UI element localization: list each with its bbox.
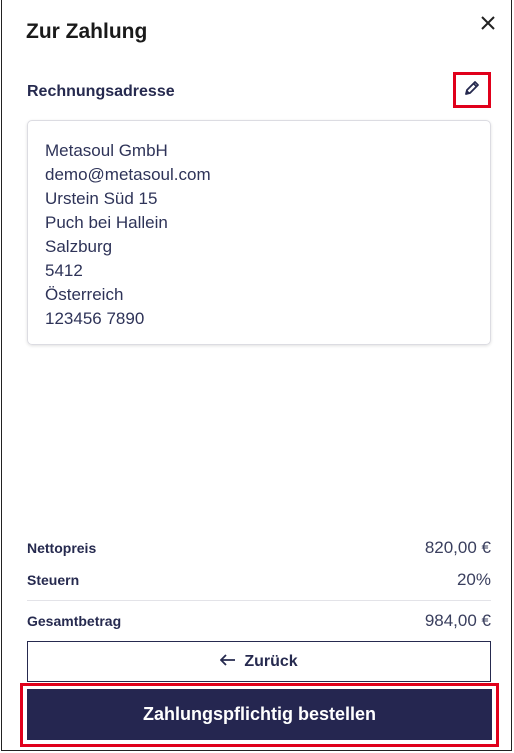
address-state: Salzburg: [45, 237, 113, 256]
net-price-label: Nettopreis: [27, 540, 97, 556]
total-row: Gesamtbetrag 984,00 €: [27, 611, 491, 631]
summary-divider: [27, 600, 491, 601]
address-street: Urstein Süd 15: [45, 189, 158, 208]
close-icon: [481, 15, 495, 35]
arrow-left-icon: [220, 653, 236, 671]
total-label: Gesamtbetrag: [27, 613, 122, 629]
address-country: Österreich: [45, 285, 124, 304]
back-button[interactable]: Zurück: [27, 641, 491, 682]
address-email: demo@metasoul.com: [45, 165, 211, 184]
address-postal-code: 5412: [45, 261, 83, 280]
dialog-title: Zur Zahlung: [26, 20, 148, 43]
tax-label: Steuern: [27, 572, 80, 588]
tax-row: Steuern 20%: [27, 570, 491, 590]
place-order-label: Zahlungspflichtig bestellen: [142, 704, 376, 724]
net-price-row: Nettopreis 820,00 €: [27, 538, 491, 558]
address-company: Metasoul GmbH: [45, 141, 168, 160]
total-value: 984,00 €: [424, 611, 491, 630]
back-button-label: Zurück: [244, 652, 298, 670]
tax-value: 20%: [456, 570, 491, 589]
place-order-button[interactable]: Zahlungspflichtig bestellen: [27, 689, 492, 740]
edit-address-button[interactable]: [453, 72, 491, 108]
checkout-panel: Zur Zahlung Rechnungsadresse Metasoul Gm…: [1, 0, 512, 751]
close-button[interactable]: [477, 14, 499, 36]
billing-address-heading: Rechnungsadresse: [27, 83, 175, 100]
net-price-value: 820,00 €: [424, 538, 491, 557]
address-phone: 123456 7890: [45, 309, 145, 328]
billing-address-card: Metasoul GmbH demo@metasoul.com Urstein …: [27, 120, 491, 345]
pencil-icon: [463, 79, 481, 102]
address-city: Puch bei Hallein: [45, 213, 168, 232]
